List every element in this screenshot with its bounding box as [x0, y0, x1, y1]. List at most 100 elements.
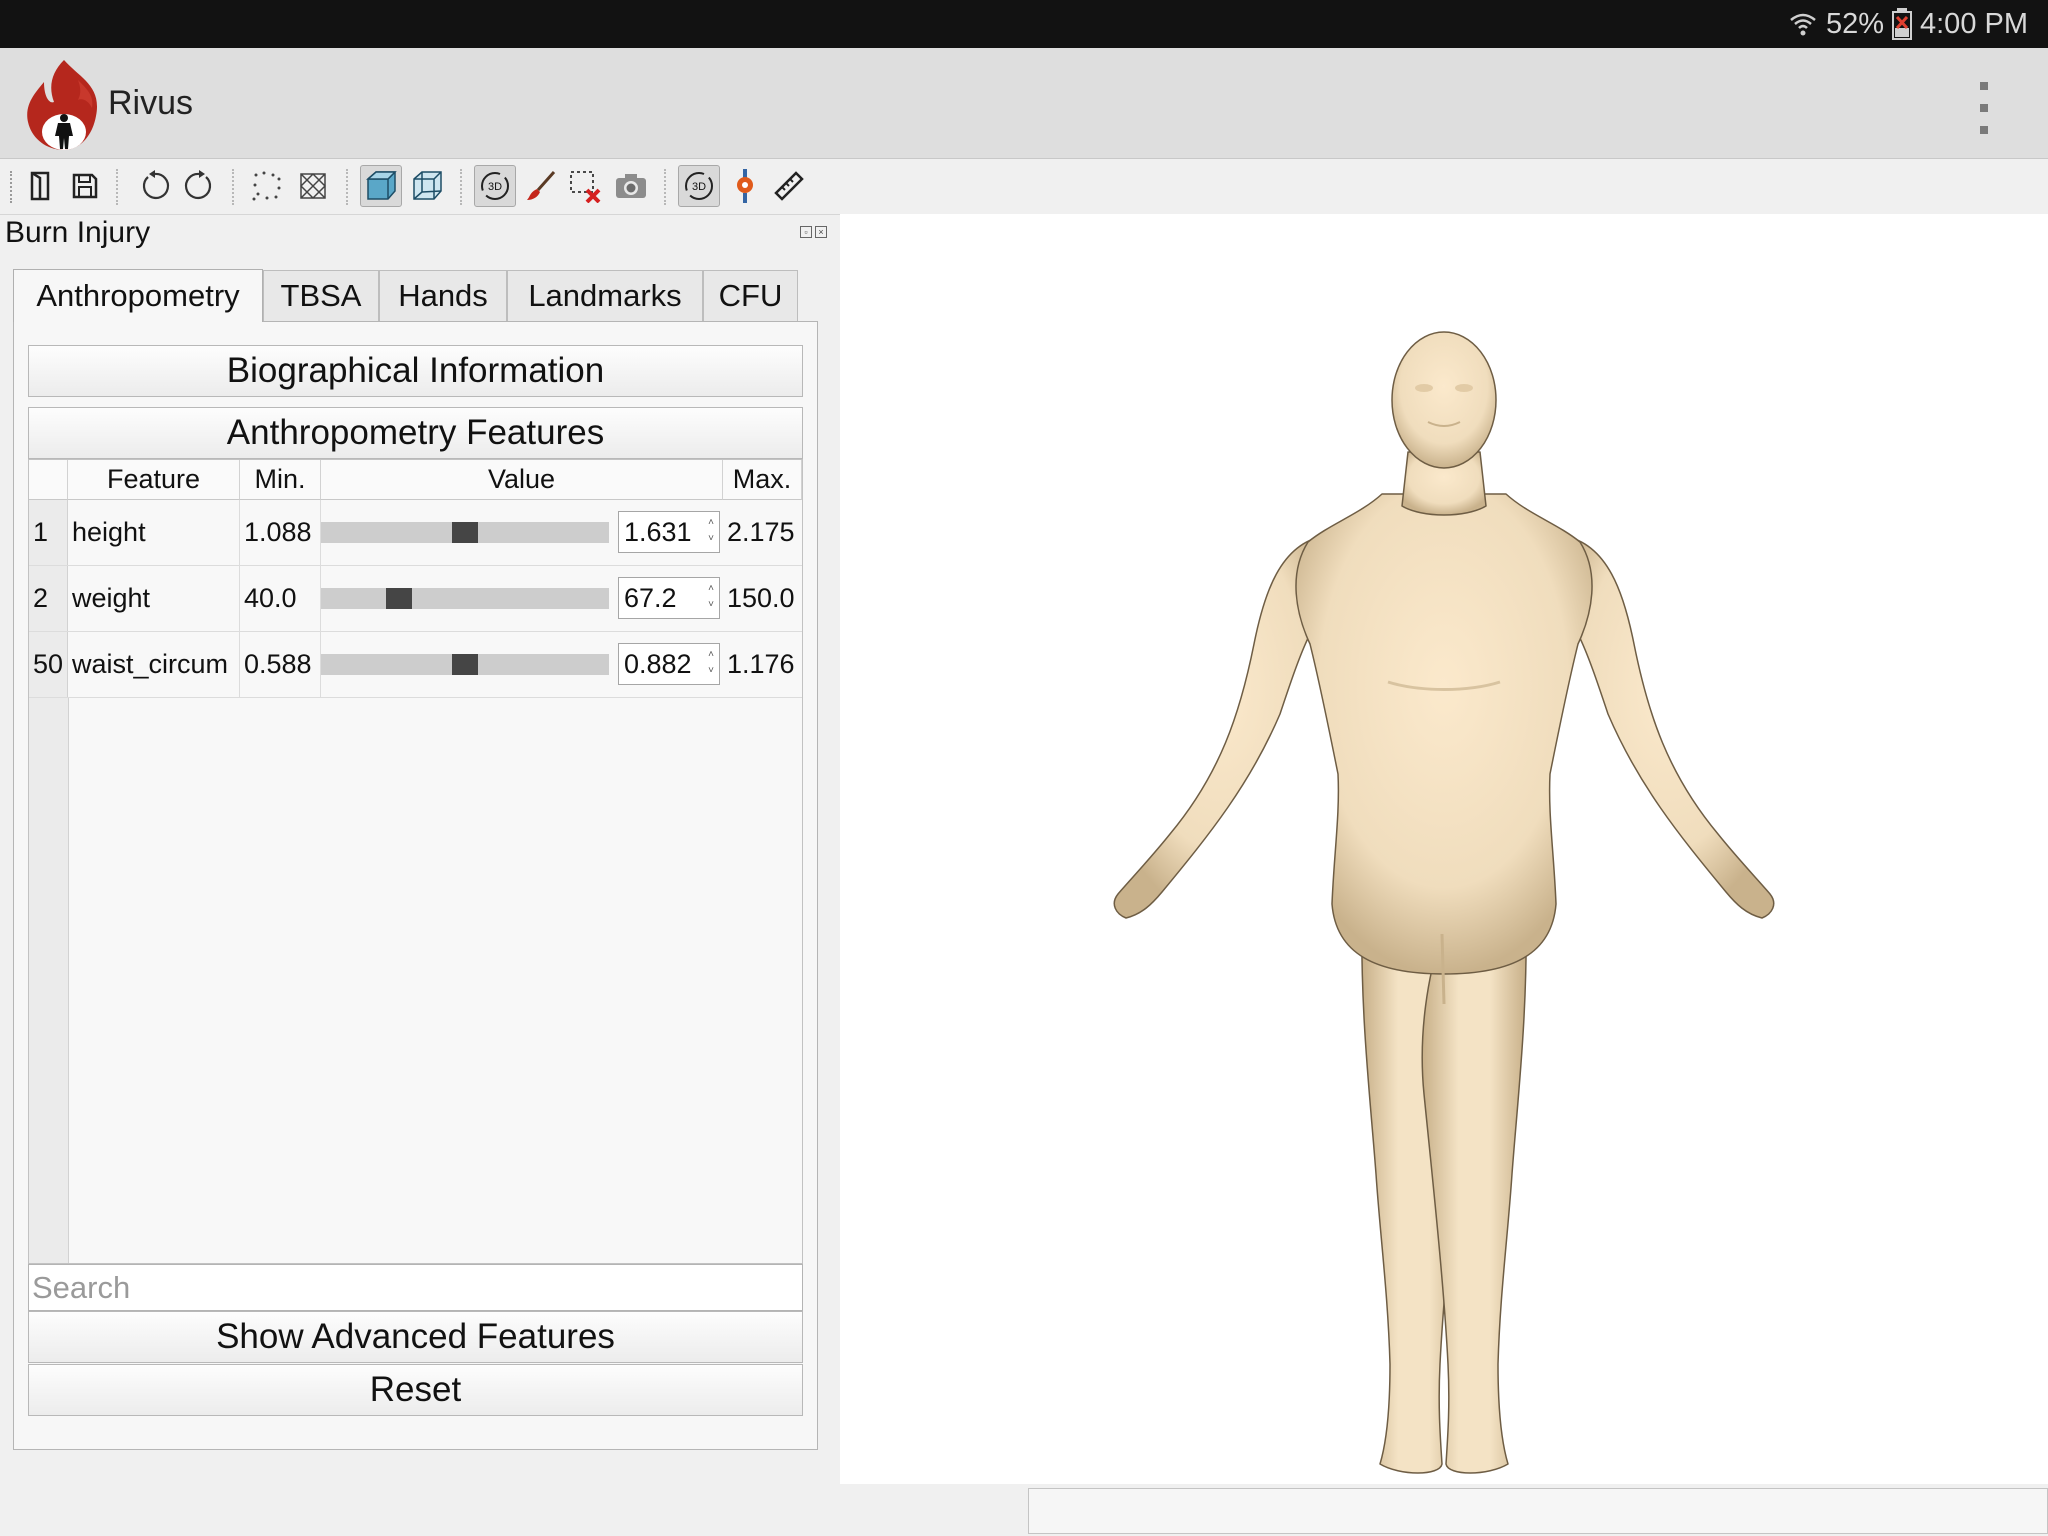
feature-slider[interactable] — [321, 522, 609, 543]
transparent-view-button[interactable] — [406, 165, 448, 207]
wireframe-icon — [299, 172, 327, 200]
slider-handle[interactable] — [452, 522, 478, 543]
menu-dot — [1980, 82, 1988, 90]
panel-dock-controls: ▫ × — [800, 226, 827, 238]
app-logo-icon — [27, 60, 98, 150]
table-row: 50 waist_circum 0.588 0.882 ˄ ˅ 1.176 — [29, 632, 802, 698]
clock: 4:00 PM — [1920, 7, 2028, 40]
new-file-button[interactable] — [20, 165, 62, 207]
slider-handle[interactable] — [386, 588, 412, 609]
feature-min: 40.0 — [240, 566, 321, 631]
close-panel-button[interactable]: × — [815, 226, 827, 238]
column-header-value[interactable]: Value — [321, 460, 723, 500]
column-header-max[interactable]: Max. — [723, 460, 802, 500]
paint-burn-button[interactable] — [520, 165, 562, 207]
feature-max: 150.0 — [727, 583, 795, 613]
toolbar-separator — [460, 169, 462, 205]
rotate-3d-icon: 3D — [685, 172, 713, 200]
svg-text:3D: 3D — [692, 181, 706, 193]
tab-anthropometry[interactable]: Anthropometry — [13, 269, 263, 322]
rotate-3d-icon: 3D — [481, 172, 509, 200]
tab-tbsa[interactable]: TBSA — [263, 270, 379, 321]
paintbrush-icon — [527, 171, 556, 200]
row-index: 1 — [29, 500, 68, 565]
spinbox-value: 1.631 — [624, 517, 692, 547]
feature-name: height — [68, 500, 240, 565]
status-field — [1028, 1488, 2048, 1534]
tab-cfu[interactable]: CFU — [703, 270, 798, 321]
transparent-view-icon — [413, 171, 442, 200]
menu-dot — [1980, 126, 1988, 134]
search-input[interactable] — [28, 1264, 803, 1311]
undo-icon — [142, 170, 170, 200]
float-panel-button[interactable]: ▫ — [800, 226, 812, 238]
toolbar-separator — [346, 169, 348, 205]
feature-slider[interactable] — [321, 588, 609, 609]
spinbox-arrows-icon[interactable]: ˄ ˅ — [705, 515, 717, 549]
landmark-pin-icon — [737, 169, 753, 203]
column-header-min[interactable]: Min. — [240, 460, 321, 500]
feature-slider[interactable] — [321, 654, 609, 675]
row-index: 50 — [29, 632, 68, 697]
screenshot-button[interactable] — [610, 165, 652, 207]
column-header-feature[interactable]: Feature — [68, 460, 240, 500]
solid-view-icon — [366, 171, 397, 200]
feature-name: waist_circum — [68, 632, 240, 697]
app-bar: Rivus — [0, 48, 2048, 159]
3d-viewport[interactable] — [840, 214, 2048, 1484]
spinbox-value: 0.882 — [624, 649, 692, 679]
ruler-icon — [774, 171, 804, 201]
feature-max: 1.176 — [727, 649, 795, 679]
new-file-icon — [30, 171, 50, 201]
spinbox-arrows-icon[interactable]: ˄ ˅ — [705, 581, 717, 615]
anthropometry-features-button[interactable]: Anthropometry Features — [28, 407, 803, 459]
feature-min: 1.088 — [240, 500, 321, 565]
features-table: Feature Min. Value Max. 1 height 1.088 1… — [28, 459, 803, 1264]
body-model — [1113, 331, 1775, 1474]
toolbar-grip[interactable] — [10, 171, 16, 203]
feature-value-spinbox[interactable]: 0.882 ˄ ˅ — [618, 643, 720, 685]
row-index: 2 — [29, 566, 68, 631]
table-row: 2 weight 40.0 67.2 ˄ ˅ 150.0 — [29, 566, 802, 632]
erase-selection-icon — [570, 171, 601, 203]
show-advanced-features-button[interactable]: Show Advanced Features — [28, 1311, 803, 1363]
wireframe-button[interactable] — [292, 165, 334, 207]
toolbar-separator — [232, 169, 234, 205]
slider-handle[interactable] — [452, 654, 478, 675]
biographical-information-button[interactable]: Biographical Information — [28, 345, 803, 397]
redo-icon — [184, 170, 212, 200]
solid-view-button[interactable] — [360, 165, 402, 207]
undo-button[interactable] — [134, 165, 176, 207]
points-icon — [252, 171, 281, 201]
save-button[interactable] — [64, 165, 106, 207]
erase-selection-button[interactable] — [564, 165, 606, 207]
panel-title: Burn Injury — [5, 216, 151, 249]
toolbar-separator — [664, 169, 666, 205]
feature-value-spinbox[interactable]: 67.2 ˄ ˅ — [618, 577, 720, 619]
feature-name: weight — [68, 566, 240, 631]
redo-button[interactable] — [178, 165, 220, 207]
tab-hands[interactable]: Hands — [379, 270, 507, 321]
tab-landmarks[interactable]: Landmarks — [507, 270, 703, 321]
measure-button[interactable] — [768, 165, 810, 207]
corner-header — [29, 460, 68, 500]
feature-value-spinbox[interactable]: 1.631 ˄ ˅ — [618, 511, 720, 553]
main-toolbar: 3D 3D — [0, 159, 2048, 215]
menu-dot — [1980, 104, 1988, 112]
table-row: 1 height 1.088 1.631 ˄ ˅ 2.175 — [29, 500, 802, 566]
svg-text:3D: 3D — [488, 181, 502, 193]
feature-max: 2.175 — [727, 517, 795, 547]
landmark-pin-button[interactable] — [724, 165, 766, 207]
overflow-menu-button[interactable] — [1966, 78, 2002, 138]
save-icon — [72, 173, 98, 199]
reset-button[interactable]: Reset — [28, 1364, 803, 1416]
app-title: Rivus — [108, 84, 194, 122]
point-cloud-button[interactable] — [246, 165, 288, 207]
wifi-icon — [1790, 13, 1816, 36]
rotate-3d-landmark-button[interactable]: 3D — [678, 165, 720, 207]
rotate-3d-button[interactable]: 3D — [474, 165, 516, 207]
spinbox-arrows-icon[interactable]: ˄ ˅ — [705, 647, 717, 681]
toolbar-separator — [116, 169, 118, 205]
spinbox-value: 67.2 — [624, 583, 677, 613]
feature-min: 0.588 — [240, 632, 321, 697]
